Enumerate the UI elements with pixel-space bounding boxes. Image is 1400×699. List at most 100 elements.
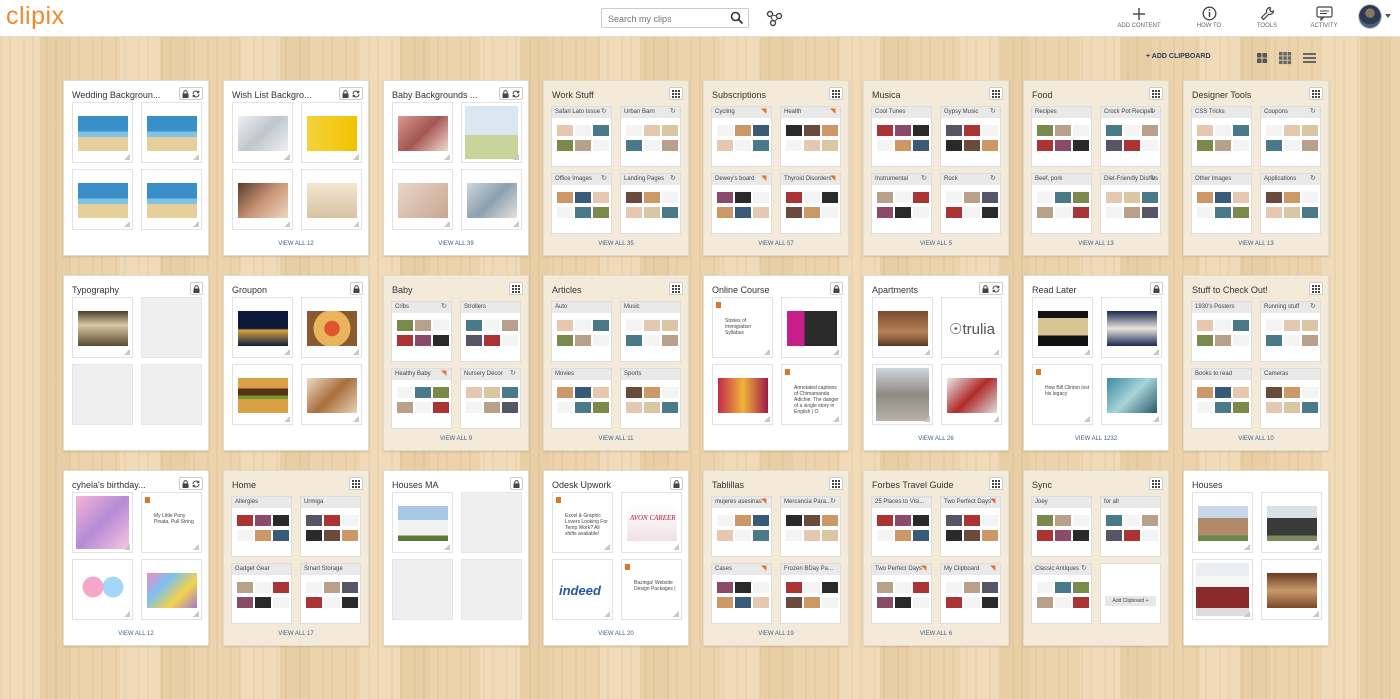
resize-handle[interactable] — [764, 416, 770, 422]
view-all-link[interactable]: VIEW ALL 13 — [1024, 241, 1168, 247]
lock-icon[interactable] — [502, 85, 509, 103]
clip-tile[interactable] — [392, 102, 453, 163]
clip-tile[interactable]: Excel & Graphic Lovers Looking For Temp … — [552, 492, 613, 553]
clip-tile[interactable] — [1032, 297, 1093, 358]
sub-clipboard[interactable]: Beef, pork — [1031, 173, 1092, 234]
sub-clipboard[interactable]: CSS Tricks — [1191, 106, 1252, 167]
resize-handle[interactable] — [353, 416, 359, 422]
resize-handle[interactable] — [673, 611, 679, 617]
clipboard-card[interactable]: Forbes Travel Guide 25 Places to Visi... T… — [863, 470, 1009, 646]
resize-handle[interactable] — [284, 416, 290, 422]
clip-tile[interactable] — [232, 297, 293, 358]
clip-tile[interactable] — [1192, 492, 1253, 553]
clip-tile[interactable] — [781, 297, 842, 358]
sub-clipboard-title[interactable]: Smart Storage — [301, 564, 360, 575]
sub-clipboard-title[interactable]: Gadget Gear — [232, 564, 291, 575]
sub-clipboard-title[interactable]: Auto — [552, 302, 611, 313]
grid-icon[interactable] — [1152, 475, 1160, 493]
clipboard-card[interactable]: Wish List Backgro... VIEW ALL 12 — [223, 80, 369, 256]
sub-clipboard[interactable]: Frozen BDay Pa... — [780, 563, 841, 624]
clip-tile[interactable]: Bazinga! Website Design Packages | — [621, 559, 682, 620]
sub-clipboard-title[interactable]: 1930's Posters — [1192, 302, 1251, 313]
sub-clipboard-title[interactable]: Joey — [1032, 497, 1091, 508]
resize-handle[interactable] — [604, 544, 610, 550]
clip-tile[interactable] — [301, 297, 362, 358]
clip-tile[interactable] — [301, 364, 362, 425]
sub-clipboard[interactable]: Healthy Baby ◥ — [391, 368, 452, 429]
grid-icon[interactable] — [1152, 85, 1160, 103]
sub-clipboard-title[interactable]: Cameras — [1261, 369, 1320, 380]
card-title[interactable]: Apartments — [872, 285, 968, 295]
grid-icon[interactable] — [832, 475, 840, 493]
sub-clipboard[interactable]: Urban Barn ↻ — [620, 106, 681, 167]
card-title[interactable]: Work Stuff — [552, 90, 648, 100]
resize-handle[interactable] — [124, 154, 130, 160]
activity-button[interactable]: ACTIVITY — [1298, 5, 1350, 29]
clip-tile[interactable]: AVON CAREER — [621, 492, 682, 553]
sub-clipboard[interactable]: Recipes — [1031, 106, 1092, 167]
card-title[interactable]: Articles — [552, 285, 648, 295]
sub-clipboard[interactable]: Other Images — [1191, 173, 1252, 234]
clipboard-card[interactable]: Food Recipes Crock Pot Recipes ↻ Beef, pork D… — [1023, 80, 1169, 256]
search-input[interactable] — [602, 10, 722, 28]
view-all-link[interactable]: VIEW ALL 35 — [544, 241, 688, 247]
clip-tile[interactable] — [72, 297, 133, 358]
clipboard-card[interactable]: Wedding Backgroun... — [63, 80, 209, 256]
resize-handle[interactable] — [513, 154, 519, 160]
clip-tile[interactable] — [1261, 559, 1322, 620]
clip-tile[interactable]: My Little Pony Pinata, Pull String — [141, 492, 202, 553]
lock-icon[interactable] — [1153, 280, 1160, 298]
sub-clipboard-title[interactable]: Music — [621, 302, 680, 313]
clip-tile[interactable] — [872, 364, 933, 425]
resize-handle[interactable] — [1153, 349, 1159, 355]
grid-icon[interactable] — [352, 475, 360, 493]
resize-handle[interactable] — [124, 221, 130, 227]
sub-clipboard-title[interactable]: 25 Places to Visi... — [872, 497, 931, 508]
clipboard-card[interactable]: Houses MA — [383, 470, 529, 646]
view-all-link[interactable]: VIEW ALL 11 — [544, 436, 688, 442]
resize-handle[interactable] — [673, 544, 679, 550]
clip-tile[interactable] — [72, 492, 133, 553]
view-all-link[interactable]: VIEW ALL 17 — [224, 631, 368, 637]
sub-clipboard-title[interactable]: CSS Tricks — [1192, 107, 1251, 118]
grid-icon[interactable] — [992, 85, 1000, 103]
add-clipboard-inline-button[interactable]: Add Clipboard + — [1105, 596, 1156, 606]
sub-clipboard-title[interactable]: Frozen BDay Pa... — [781, 564, 840, 575]
clip-tile[interactable] — [301, 169, 362, 230]
resize-handle[interactable] — [444, 154, 450, 160]
clip-tile[interactable] — [141, 559, 202, 620]
clip-tile[interactable] — [301, 102, 362, 163]
resize-handle[interactable] — [833, 416, 839, 422]
clipboard-card[interactable]: Baby Cribs ↻ Strollers Healthy Baby ◥ Nursery … — [383, 275, 529, 451]
sub-clipboard[interactable]: Urmiga — [300, 496, 361, 557]
card-title[interactable]: Tablillas — [712, 480, 808, 490]
sub-clipboard[interactable]: 25 Places to Visi... — [871, 496, 932, 557]
view-all-link[interactable]: VIEW ALL 57 — [704, 241, 848, 247]
lock-icon[interactable] — [182, 475, 189, 493]
grid-icon[interactable] — [1312, 280, 1320, 298]
sub-clipboard[interactable]: Add Clipboard + — [1100, 563, 1161, 624]
card-title[interactable]: Odesk Upwork — [552, 480, 648, 490]
add-content-button[interactable]: ADD CONTENT — [1113, 5, 1165, 29]
clipboard-card[interactable]: Sync Joey for all Classic Antiques ↻ Add Clip… — [1023, 470, 1169, 646]
clip-tile[interactable] — [872, 297, 933, 358]
clip-tile[interactable] — [712, 364, 773, 425]
small-grid-view-icon[interactable] — [1278, 51, 1292, 70]
resize-handle[interactable] — [1244, 544, 1250, 550]
lock-icon[interactable] — [193, 280, 200, 298]
clipboard-card[interactable]: Subscriptions Cycling ◥ Health ◥ Dewey's boar… — [703, 80, 849, 256]
sub-clipboard-title[interactable]: Movies — [552, 369, 611, 380]
sub-clipboard[interactable]: Applications ↻ — [1260, 173, 1321, 234]
sub-clipboard[interactable]: Dewey's board ◥ — [711, 173, 772, 234]
card-title[interactable]: Subscriptions — [712, 90, 808, 100]
large-grid-view-icon[interactable] — [1256, 51, 1268, 70]
resize-handle[interactable] — [1084, 416, 1090, 422]
resize-handle[interactable] — [353, 349, 359, 355]
card-title[interactable]: Wish List Backgro... — [232, 90, 328, 100]
add-clipboard-button[interactable]: + ADD CLIPBOARD — [1146, 53, 1211, 60]
clipboard-card[interactable]: Typography — [63, 275, 209, 451]
sub-clipboard[interactable]: Office Images ↻ — [551, 173, 612, 234]
resize-handle[interactable] — [193, 611, 199, 617]
sub-clipboard[interactable]: Movies — [551, 368, 612, 429]
lock-icon[interactable] — [342, 85, 349, 103]
